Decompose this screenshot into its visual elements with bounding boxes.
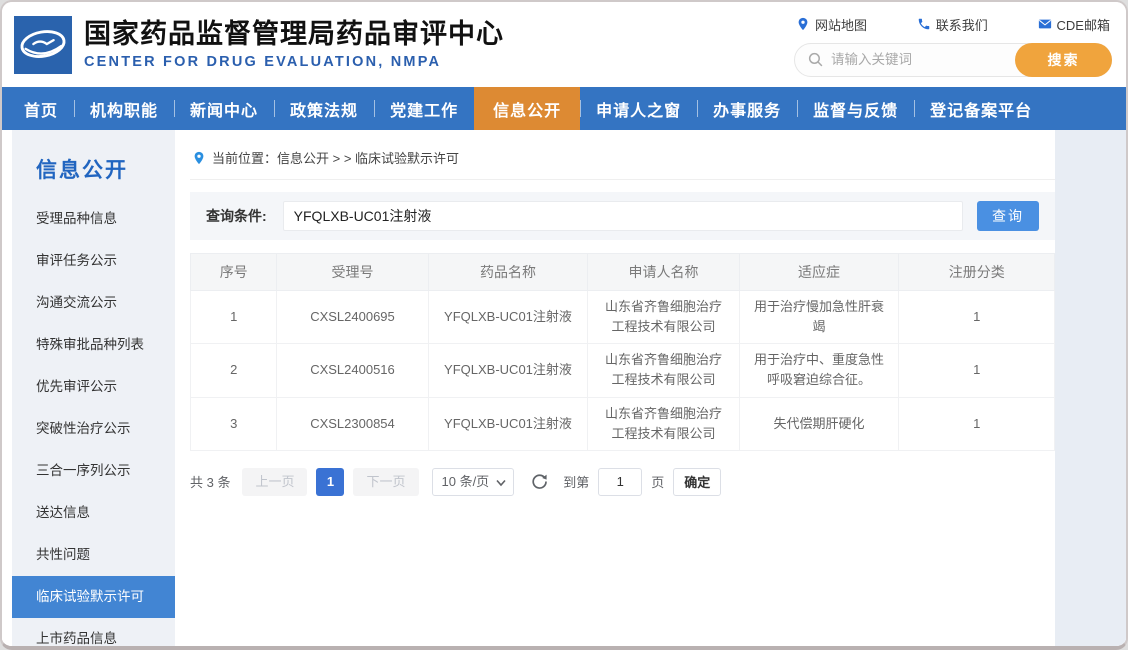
refresh-icon[interactable] — [531, 473, 548, 490]
nav-item-news[interactable]: 新闻中心 — [174, 87, 274, 130]
nav-item-party[interactable]: 党建工作 — [374, 87, 474, 130]
nav-item-supervision[interactable]: 监督与反馈 — [797, 87, 914, 130]
col-header-seq: 序号 — [191, 254, 277, 291]
breadcrumb: 当前位置：信息公开 > > 临床试验默示许可 — [190, 144, 1055, 180]
nav-item-applicant-window[interactable]: 申请人之窗 — [580, 87, 697, 130]
contact-label: 联系我们 — [936, 15, 988, 34]
query-panel: 查询条件: 查询 — [190, 192, 1055, 240]
header: 国家药品监督管理局药品审评中心 CENTER FOR DRUG EVALUATI… — [2, 2, 1126, 87]
page-size-value: 10 条/页 — [442, 474, 490, 489]
sidebar-item-special-approval[interactable]: 特殊审批品种列表 — [12, 324, 175, 366]
table-row: 2 CXSL2400516 YFQLXB-UC01注射液 山东省齐鲁细胞治疗工程… — [191, 344, 1055, 397]
col-header-registration-class: 注册分类 — [899, 254, 1055, 291]
mail-icon — [1038, 17, 1052, 31]
sidebar-item-delivery-info[interactable]: 送达信息 — [12, 492, 175, 534]
nav-item-services[interactable]: 办事服务 — [697, 87, 797, 130]
cell-seq: 1 — [191, 291, 277, 344]
pagination: 共 3 条 上一页 1 下一页 10 条/页 到第 页 确定 — [190, 468, 1055, 496]
search-button[interactable]: 搜索 — [1015, 43, 1112, 77]
col-header-acceptance-no: 受理号 — [277, 254, 428, 291]
cell-indication: 用于治疗慢加急性肝衰竭 — [739, 291, 899, 344]
right-strip — [1055, 130, 1126, 650]
col-header-applicant: 申请人名称 — [588, 254, 739, 291]
mailbox-link[interactable]: CDE邮箱 — [1038, 15, 1110, 34]
page-number-button[interactable]: 1 — [316, 468, 344, 496]
top-links: 网站地图 联系我们 CDE邮箱 — [794, 15, 1112, 34]
sidebar-item-marketed-drugs[interactable]: 上市药品信息 — [12, 618, 175, 650]
cell-registration-class: 1 — [899, 291, 1055, 344]
cell-acceptance-no: CXSL2300854 — [277, 397, 428, 450]
header-right: 网站地图 联系我们 CDE邮箱 搜索 — [794, 13, 1112, 77]
prev-page-button[interactable]: 上一页 — [242, 468, 307, 496]
main-nav: 首页 机构职能 新闻中心 政策法规 党建工作 信息公开 申请人之窗 办事服务 监… — [2, 87, 1126, 130]
sidebar-item-three-in-one[interactable]: 三合一序列公示 — [12, 450, 175, 492]
jump-page-input[interactable] — [598, 468, 642, 496]
nav-item-functions[interactable]: 机构职能 — [74, 87, 174, 130]
site-subtitle: CENTER FOR DRUG EVALUATION, NMPA — [84, 54, 504, 70]
cell-seq: 2 — [191, 344, 277, 397]
query-label: 查询条件: — [206, 206, 267, 226]
cell-seq: 3 — [191, 397, 277, 450]
results-table: 序号 受理号 药品名称 申请人名称 适应症 注册分类 1 CXSL2400695… — [190, 253, 1055, 451]
brand: 国家药品监督管理局药品审评中心 CENTER FOR DRUG EVALUATI… — [84, 19, 504, 70]
sidebar-item-review-tasks[interactable]: 审评任务公示 — [12, 240, 175, 282]
query-input[interactable] — [283, 201, 963, 231]
mailbox-label: CDE邮箱 — [1057, 15, 1110, 34]
page: 国家药品监督管理局药品审评中心 CENTER FOR DRUG EVALUATI… — [0, 0, 1128, 650]
table-header-row: 序号 受理号 药品名称 申请人名称 适应症 注册分类 — [191, 254, 1055, 291]
sidebar-item-communication[interactable]: 沟通交流公示 — [12, 282, 175, 324]
cell-drug-name: YFQLXB-UC01注射液 — [428, 397, 588, 450]
sitemap-label: 网站地图 — [815, 15, 867, 34]
location-pin-icon — [192, 151, 206, 165]
sidebar-item-priority-review[interactable]: 优先审评公示 — [12, 366, 175, 408]
sidebar-item-breakthrough-therapy[interactable]: 突破性治疗公示 — [12, 408, 175, 450]
cell-applicant: 山东省齐鲁细胞治疗工程技术有限公司 — [588, 397, 739, 450]
sitemap-link[interactable]: 网站地图 — [796, 15, 867, 34]
cell-applicant: 山东省齐鲁细胞治疗工程技术有限公司 — [588, 291, 739, 344]
search-icon — [807, 51, 824, 68]
cell-acceptance-no: CXSL2400695 — [277, 291, 428, 344]
cell-indication: 用于治疗中、重度急性呼吸窘迫综合征。 — [739, 344, 899, 397]
next-page-button[interactable]: 下一页 — [353, 468, 418, 496]
cell-drug-name: YFQLXB-UC01注射液 — [428, 291, 588, 344]
mid-gap — [175, 130, 190, 650]
chevron-down-icon — [496, 479, 506, 487]
site-title: 国家药品监督管理局药品审评中心 — [84, 19, 504, 50]
jump-to-label: 到第 — [563, 472, 589, 491]
site-search: 搜索 — [794, 43, 1112, 77]
left-gap — [2, 130, 12, 650]
sidebar-title: 信息公开 — [12, 154, 175, 184]
page-size-select[interactable]: 10 条/页 — [432, 468, 515, 496]
col-header-indication: 适应症 — [739, 254, 899, 291]
phone-icon — [917, 17, 931, 31]
cell-applicant: 山东省齐鲁细胞治疗工程技术有限公司 — [588, 344, 739, 397]
nav-item-registration-platform[interactable]: 登记备案平台 — [914, 87, 1048, 130]
cde-logo-icon — [14, 16, 72, 74]
col-header-drug-name: 药品名称 — [428, 254, 588, 291]
main-content: 当前位置：信息公开 > > 临床试验默示许可 查询条件: 查询 序号 受理号 药… — [190, 130, 1055, 650]
cell-indication: 失代偿期肝硬化 — [739, 397, 899, 450]
sidebar-item-clinical-trial-implied-license[interactable]: 临床试验默示许可 — [12, 576, 175, 618]
nav-item-home[interactable]: 首页 — [8, 87, 74, 130]
table-row: 1 CXSL2400695 YFQLXB-UC01注射液 山东省齐鲁细胞治疗工程… — [191, 291, 1055, 344]
cell-registration-class: 1 — [899, 344, 1055, 397]
cell-drug-name: YFQLXB-UC01注射液 — [428, 344, 588, 397]
breadcrumb-text: 当前位置：信息公开 > > 临床试验默示许可 — [212, 148, 459, 167]
nav-item-info-disclosure[interactable]: 信息公开 — [474, 87, 580, 130]
cell-registration-class: 1 — [899, 397, 1055, 450]
confirm-button[interactable]: 确定 — [673, 468, 721, 496]
page-body: 信息公开 受理品种信息 审评任务公示 沟通交流公示 特殊审批品种列表 优先审评公… — [2, 130, 1126, 650]
contact-link[interactable]: 联系我们 — [917, 15, 988, 34]
cell-acceptance-no: CXSL2400516 — [277, 344, 428, 397]
sidebar-item-common-issues[interactable]: 共性问题 — [12, 534, 175, 576]
nav-item-policies[interactable]: 政策法规 — [274, 87, 374, 130]
sidebar-item-accepted-varieties[interactable]: 受理品种信息 — [12, 198, 175, 240]
table-row: 3 CXSL2300854 YFQLXB-UC01注射液 山东省齐鲁细胞治疗工程… — [191, 397, 1055, 450]
jump-unit-label: 页 — [651, 472, 664, 491]
sidebar: 信息公开 受理品种信息 审评任务公示 沟通交流公示 特殊审批品种列表 优先审评公… — [12, 130, 175, 650]
location-pin-icon — [796, 17, 810, 31]
query-button[interactable]: 查询 — [977, 201, 1039, 231]
pagination-total: 共 3 条 — [190, 472, 230, 491]
